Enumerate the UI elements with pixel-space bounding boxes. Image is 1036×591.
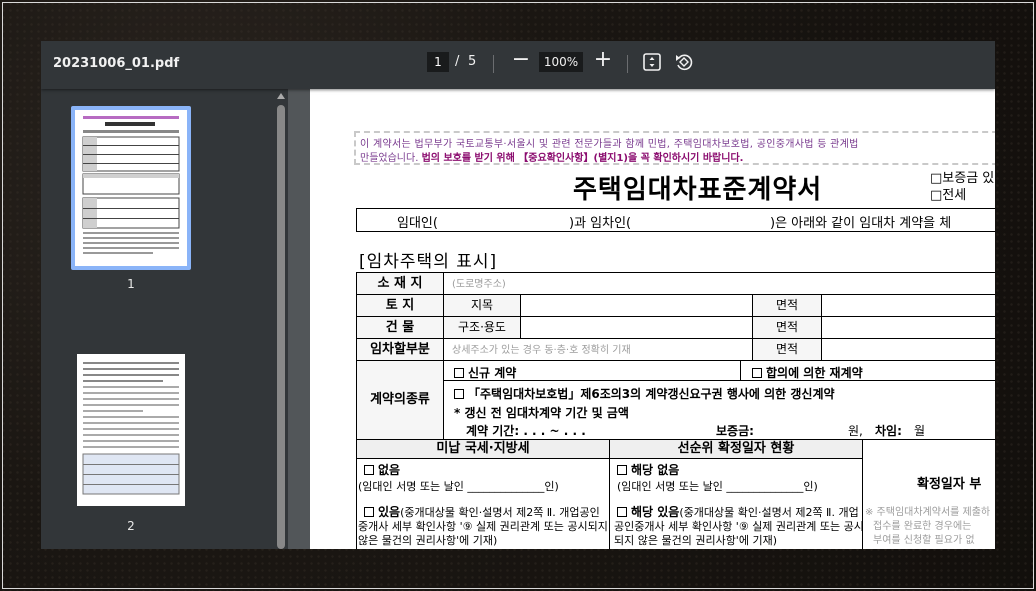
checkbox: [617, 507, 627, 517]
renewal-right-option: 「주택임대차보호법」제6조의3의 계약갱신요구권 행사에 의한 갱신계약: [454, 385, 835, 402]
page-separator: /: [455, 54, 460, 69]
building-label: 건 물: [356, 316, 444, 339]
checkbox: [454, 368, 464, 378]
parties-rest: )은 아래와 같이 임대차 계약을 체: [770, 216, 952, 231]
priority-exists-label: 해당 있음: [631, 505, 680, 519]
confirm-note: ※ 주택임대차계약서를 제출하: [865, 507, 991, 518]
month-unit: 월: [914, 424, 926, 438]
tax-none-option: 없음: [364, 461, 400, 478]
checkbox: [364, 465, 374, 475]
confirm-note: 접수를 완료한 경우에는: [873, 521, 972, 532]
thumbnail-sidebar: 1 2: [41, 89, 274, 549]
thumbnail-page-1[interactable]: [75, 110, 187, 266]
confirm-date-header: 확정일자 부: [917, 477, 982, 492]
lessee-label: )과 임차인(: [569, 216, 632, 231]
zoom-out-button[interactable]: −: [511, 48, 531, 74]
location-label: 소 재 지: [356, 272, 444, 295]
fit-page-icon: [643, 53, 661, 71]
checkbox: [752, 368, 762, 378]
notice-text: 이 계약서는 법무부가 국토교통부·서울시 및 관련 전문가들과 함께 민법, …: [360, 139, 859, 150]
tax-none-label: 없음: [378, 463, 401, 477]
priority-date-header: 선순위 확정일자 현황: [609, 439, 863, 459]
building-structure-field: [520, 316, 753, 339]
priority-none-option: 해당 없음: [617, 461, 679, 478]
renewal-right-label: 「주택임대차보호법」제6조의3의 계약갱신요구권 행사에 의한 갱신계약: [468, 387, 835, 401]
priority-exists-detail: 되지 않은 물건의 권리사항'에 기재): [614, 534, 777, 547]
location-field: (도로명주소): [443, 272, 995, 295]
rental-area-field: [821, 338, 995, 361]
file-name: 20231006_01.pdf: [53, 56, 180, 71]
pdf-viewer: 20231006_01.pdf 1 / 5 − 100% + 1 2 이 계약서…: [41, 41, 995, 549]
tax-exists-detail: 않은 물건의 권리사항'에 기재): [358, 534, 498, 547]
unpaid-tax-header: 미납 국세·지방세: [356, 439, 610, 459]
checkbox: [364, 507, 374, 517]
rental-part-placeholder: 상세주소가 있는 경우 동·층·호 정확히 기재: [452, 345, 631, 356]
zoom-in-button[interactable]: +: [593, 48, 613, 74]
lessor-label: 임대인(: [397, 216, 438, 231]
scroll-up-icon[interactable]: [276, 91, 286, 101]
land-label: 토 지: [356, 294, 444, 317]
tax-lessor-sign: (임대인 서명 또는 날인 ______________인): [358, 480, 559, 493]
parties-line: 임대인( )과 임차인( )은 아래와 같이 임대차 계약을 체: [356, 208, 995, 232]
rental-area-label: 면적: [752, 338, 822, 361]
building-structure-label: 구조·용도: [443, 316, 521, 339]
confirm-note: 부여를 신청할 필요가 없: [873, 535, 975, 546]
pdf-page: 이 계약서는 법무부가 국토교통부·서울시 및 관련 전문가들과 함께 민법, …: [310, 89, 995, 549]
jeonse-option: □전세: [930, 188, 967, 203]
priority-lessor-sign: (임대인 서명 또는 날인 ______________인): [617, 480, 818, 493]
priority-none-label: 해당 없음: [631, 463, 680, 477]
notice-text-plain: 만들었습니다.: [360, 153, 419, 164]
notice-text-emphasis: 법의 보호를 받기 위해 【중요확인사항】(별지1)을 꼭 확인하시기 바랍니다…: [421, 153, 744, 164]
checkbox: [454, 389, 464, 399]
page-preview: [82, 362, 180, 495]
divider: [740, 360, 741, 380]
checkbox: [617, 465, 627, 475]
sidebar-scrollbar[interactable]: [274, 89, 288, 549]
notice-box: 이 계약서는 법무부가 국토교통부·서울시 및 관련 전문가들과 함께 민법, …: [354, 131, 995, 165]
new-contract-label: 신규 계약: [468, 366, 517, 380]
section-title: [임차주택의 표시]: [359, 252, 498, 272]
thumbnail-label-2: 2: [127, 519, 135, 533]
rental-part-field: 상세주소가 있는 경우 동·층·호 정확히 기재: [443, 338, 753, 361]
land-area-label: 면적: [752, 294, 822, 317]
tax-exists-label: 있음: [378, 505, 401, 519]
toolbar-divider: [493, 55, 494, 73]
location-placeholder: (도로명주소): [452, 279, 506, 290]
document-title: 주택임대차표준계약서: [573, 175, 823, 205]
divider: [443, 380, 995, 381]
notice-text: 만들었습니다. 법의 보호를 받기 위해 【중요확인사항】(별지1)을 꼭 확인…: [360, 149, 743, 164]
fit-to-page-button[interactable]: [641, 51, 663, 73]
prior-terms-label: * 갱신 전 임대차계약 기간 및 금액: [454, 406, 629, 420]
building-area-label: 면적: [752, 316, 822, 339]
rotate-icon: [676, 54, 693, 71]
contract-period-label: 계약 기간: . . . ~ . . .: [466, 424, 586, 438]
land-category-label: 지목: [443, 294, 521, 317]
land-category-field: [520, 294, 753, 317]
viewer-toolbar: 20231006_01.pdf 1 / 5 − 100% +: [41, 41, 995, 89]
land-area-field: [821, 294, 995, 317]
new-contract-option: 신규 계약: [454, 364, 516, 381]
contract-type-label: 계약의종류: [356, 360, 444, 440]
zoom-level-input[interactable]: 100%: [539, 52, 583, 72]
scrollbar-thumb[interactable]: [277, 105, 285, 549]
rental-part-label: 임차할부분: [356, 338, 444, 361]
mutual-renewal-option: 합의에 의한 재계약: [752, 364, 863, 381]
page-number-input[interactable]: 1: [427, 52, 449, 72]
rotate-button[interactable]: [673, 51, 695, 73]
won-unit: 원,: [848, 424, 863, 438]
building-area-field: [821, 316, 995, 339]
page-total: 5: [468, 54, 477, 69]
page-preview: [82, 116, 180, 254]
thumbnail-page-2[interactable]: [77, 354, 185, 506]
prior-rent-label: 차임:: [875, 424, 902, 438]
prior-deposit-label: 보증금:: [716, 424, 754, 438]
thumbnail-label-1: 1: [127, 277, 135, 291]
toolbar-divider: [627, 55, 628, 73]
mutual-renewal-label: 합의에 의한 재계약: [766, 366, 863, 380]
